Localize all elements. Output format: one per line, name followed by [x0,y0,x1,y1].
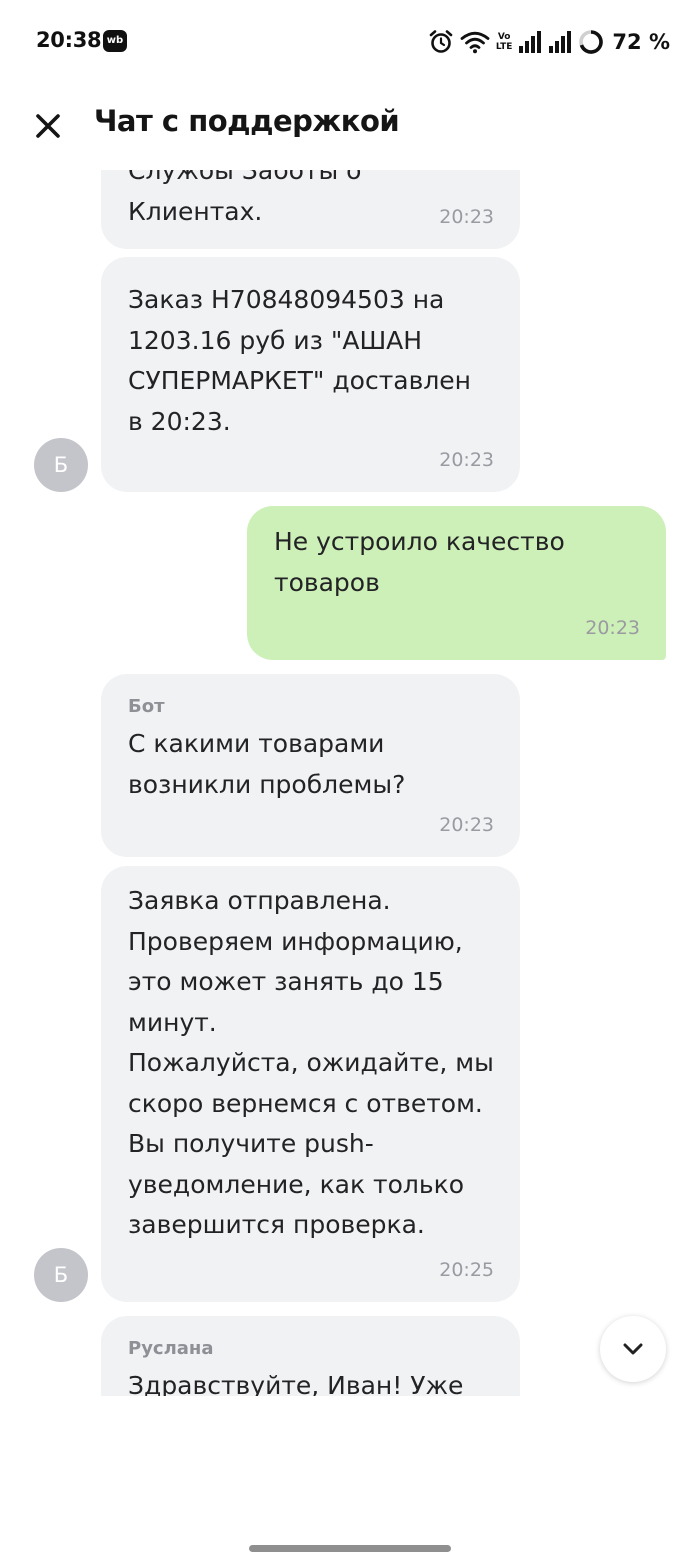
avatar: Б [34,1248,88,1302]
message-sender: Бот [128,696,165,717]
message-bubble: Заявка отправлена. Проверяем информацию,… [101,866,520,1302]
status-time: 20:38 [36,28,102,52]
alarm-icon [428,29,454,55]
message-time: 20:23 [585,617,640,639]
message-text: Не устроило качество товаров [274,527,565,597]
message-time: 20:23 [439,814,494,836]
battery-percent: 72 % [612,30,670,54]
signal-icon [518,31,542,53]
status-icons: Vo LTE 72 % [428,26,670,58]
message-text: Здравствуйте, Иван! Уже [128,1371,464,1396]
battery-ring-icon [578,29,604,55]
home-indicator[interactable] [249,1545,451,1552]
avatar: Б [34,438,88,492]
message-bubble: Заказ H70848094503 на 1203.16 руб из "АШ… [101,257,520,492]
message-sender: Руслана [128,1338,214,1359]
message-time: 20:25 [439,1259,494,1281]
message-text: Заявка отправлена. Проверяем информацию,… [128,886,494,1239]
wb-app-icon: wb [103,30,127,52]
message-bubble: Руслана Здравствуйте, Иван! Уже [101,1316,520,1396]
wifi-icon [460,30,490,54]
message-time: 20:23 [439,449,494,471]
chat-header: Чат с поддержкой [0,84,700,170]
signal-icon-sim2 [548,31,572,53]
status-bar: 20:38 wb Vo LTE 72 % [0,0,700,84]
scroll-down-button[interactable] [600,1316,666,1382]
message-bubble: Службы Заботы о Клиентах. 20:23 [101,170,520,249]
message-time: 20:23 [439,206,494,228]
message-bubble-outgoing: Не устроило качество товаров 20:23 [247,506,666,660]
volte-top-label: Vo [497,32,511,42]
close-button[interactable] [30,108,66,144]
message-list[interactable]: Службы Заботы о Клиентах. 20:23 Заказ H7… [0,170,700,1396]
volte-bottom-label: LTE [495,42,513,52]
message-bubble: Бот С какими товарами возникли проблемы?… [101,674,520,857]
volte-indicator: Vo LTE [496,32,513,52]
message-text: С какими товарами возникли проблемы? [128,729,406,799]
close-icon [30,114,66,148]
message-text: Заказ H70848094503 на 1203.16 руб из "АШ… [128,285,472,436]
page-title: Чат с поддержкой [94,104,400,138]
